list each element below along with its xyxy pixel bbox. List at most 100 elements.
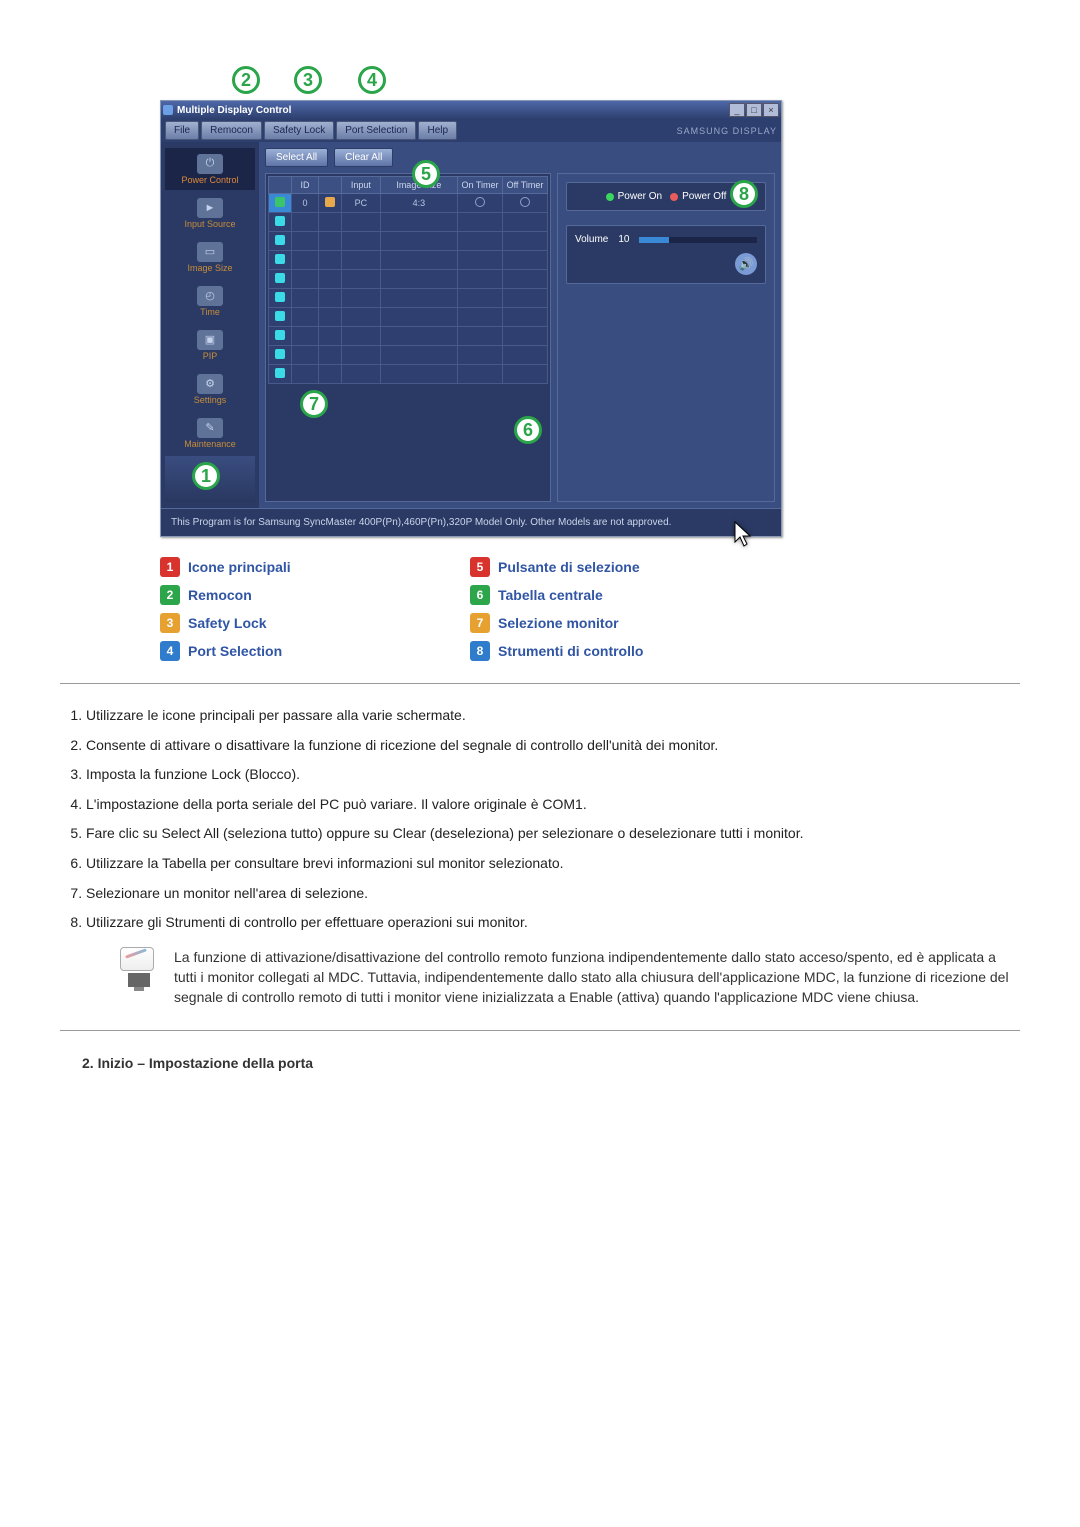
window-title: Multiple Display Control — [177, 105, 291, 116]
speaker-icon[interactable]: 🔊 — [735, 253, 757, 275]
monitor-base-icon — [134, 987, 144, 991]
main-icons-sidebar: ⏻ Power Control ► Input Source ▭ Image S… — [161, 142, 259, 508]
sidebar-item-label: Settings — [194, 395, 227, 405]
menubar: File Remocon Safety Lock Port Selection … — [161, 119, 781, 142]
callout-6: 6 — [514, 416, 542, 444]
menu-safety-lock[interactable]: Safety Lock — [264, 121, 334, 140]
status-cyan-icon — [275, 254, 285, 264]
table-row[interactable]: 0 PC 4:3 — [269, 194, 548, 213]
divider — [60, 683, 1020, 684]
table-row[interactable] — [269, 251, 548, 270]
col-off-timer: Off Timer — [503, 177, 548, 194]
legend-left-col: 1 Icone principali 2 Remocon 3 Safety Lo… — [160, 557, 470, 661]
badge-1-icon: 1 — [160, 557, 180, 577]
badge-8-icon: 8 — [470, 641, 490, 661]
menu-help[interactable]: Help — [418, 121, 457, 140]
table-row[interactable] — [269, 289, 548, 308]
table-row[interactable] — [269, 213, 548, 232]
callout-8: 8 — [730, 180, 758, 208]
pip-icon: ▣ — [197, 330, 223, 350]
badge-4-icon: 4 — [160, 641, 180, 661]
sidebar-item-maintenance[interactable]: ✎ Maintenance — [165, 412, 255, 454]
section-2-title: 2. Inizio – Impostazione della porta — [82, 1055, 1020, 1071]
note-icon — [120, 947, 158, 991]
status-cyan-icon — [275, 311, 285, 321]
table-row[interactable] — [269, 232, 548, 251]
power-on-dot-icon — [606, 193, 614, 201]
table-row[interactable] — [269, 327, 548, 346]
legend-item: 2 Remocon — [160, 585, 470, 605]
status-cyan-icon — [275, 216, 285, 226]
col-status — [269, 177, 292, 194]
list-item: L'impostazione della porta seriale del P… — [86, 795, 1020, 815]
info-grid[interactable]: ID Input Image Size On Timer Off Timer — [265, 173, 551, 502]
power-off-button[interactable]: Power Off — [670, 191, 726, 202]
status-green-icon — [275, 197, 285, 207]
legend-label: Icone principali — [188, 559, 291, 575]
selection-toolbar: Select All Clear All — [265, 148, 775, 167]
power-off-dot-icon — [670, 193, 678, 201]
status-orange-icon — [325, 197, 335, 207]
cell-input: PC — [342, 194, 381, 213]
control-tools-panel: Power On Power Off Volume 10 — [557, 173, 775, 502]
volume-slider[interactable] — [639, 237, 757, 243]
status-cyan-icon — [275, 349, 285, 359]
monitor-icon — [128, 973, 150, 987]
status-cyan-icon — [275, 368, 285, 378]
maximize-button[interactable]: □ — [746, 103, 762, 117]
table-row[interactable] — [269, 365, 548, 384]
list-item: Utilizzare la Tabella per consultare bre… — [86, 854, 1020, 874]
table-row[interactable] — [269, 346, 548, 365]
legend-right-col: 5 Pulsante di selezione 6 Tabella centra… — [470, 557, 780, 661]
callout-4: 4 — [358, 66, 386, 94]
power-on-button[interactable]: Power On — [606, 191, 662, 202]
maintenance-icon: ✎ — [197, 418, 223, 438]
minimize-button[interactable]: _ — [729, 103, 745, 117]
menu-file[interactable]: File — [165, 121, 199, 140]
status-cyan-icon — [275, 330, 285, 340]
callout-5: 5 — [412, 160, 440, 188]
list-item: Imposta la funzione Lock (Blocco). — [86, 765, 1020, 785]
divider — [60, 1030, 1020, 1031]
sidebar-item-input-source[interactable]: ► Input Source — [165, 192, 255, 234]
pencil-icon — [120, 947, 154, 971]
menu-remocon[interactable]: Remocon — [201, 121, 262, 140]
cell-id: 0 — [292, 194, 319, 213]
legend-item: 1 Icone principali — [160, 557, 470, 577]
legend-label: Strumenti di controllo — [498, 643, 643, 659]
col-id: ID — [292, 177, 319, 194]
instruction-list: Utilizzare le icone principali per passa… — [60, 706, 1020, 933]
col-state — [319, 177, 342, 194]
badge-3-icon: 3 — [160, 613, 180, 633]
close-button[interactable]: × — [763, 103, 779, 117]
volume-label: Volume — [575, 234, 608, 245]
sidebar-item-label: Input Source — [184, 219, 235, 229]
off-timer-radio — [520, 197, 530, 207]
callout-3: 3 — [294, 66, 322, 94]
sidebar-item-pip[interactable]: ▣ PIP — [165, 324, 255, 366]
sidebar-item-time[interactable]: ◴ Time — [165, 280, 255, 322]
status-cyan-icon — [275, 292, 285, 302]
sidebar-item-image-size[interactable]: ▭ Image Size — [165, 236, 255, 278]
sidebar-item-label: Power Control — [181, 175, 238, 185]
cursor-icon — [733, 520, 755, 550]
menu-port-selection[interactable]: Port Selection — [336, 121, 416, 140]
input-icon: ► — [197, 198, 223, 218]
table-row[interactable] — [269, 270, 548, 289]
legend-label: Selezione monitor — [498, 615, 619, 631]
badge-2-icon: 2 — [160, 585, 180, 605]
power-on-label: Power On — [618, 191, 662, 202]
list-item: Consente di attivare o disattivare la fu… — [86, 736, 1020, 756]
sidebar-item-power-control[interactable]: ⏻ Power Control — [165, 148, 255, 190]
cell-image-size: 4:3 — [380, 194, 457, 213]
clear-all-button[interactable]: Clear All — [334, 148, 393, 167]
sidebar-item-settings[interactable]: ⚙ Settings — [165, 368, 255, 410]
titlebar: Multiple Display Control _ □ × — [161, 101, 781, 119]
col-on-timer: On Timer — [458, 177, 503, 194]
on-timer-radio — [475, 197, 485, 207]
legend-item: 8 Strumenti di controllo — [470, 641, 780, 661]
select-all-button[interactable]: Select All — [265, 148, 328, 167]
callout-1: 1 — [192, 462, 220, 490]
table-row[interactable] — [269, 308, 548, 327]
legend-label: Remocon — [188, 587, 252, 603]
